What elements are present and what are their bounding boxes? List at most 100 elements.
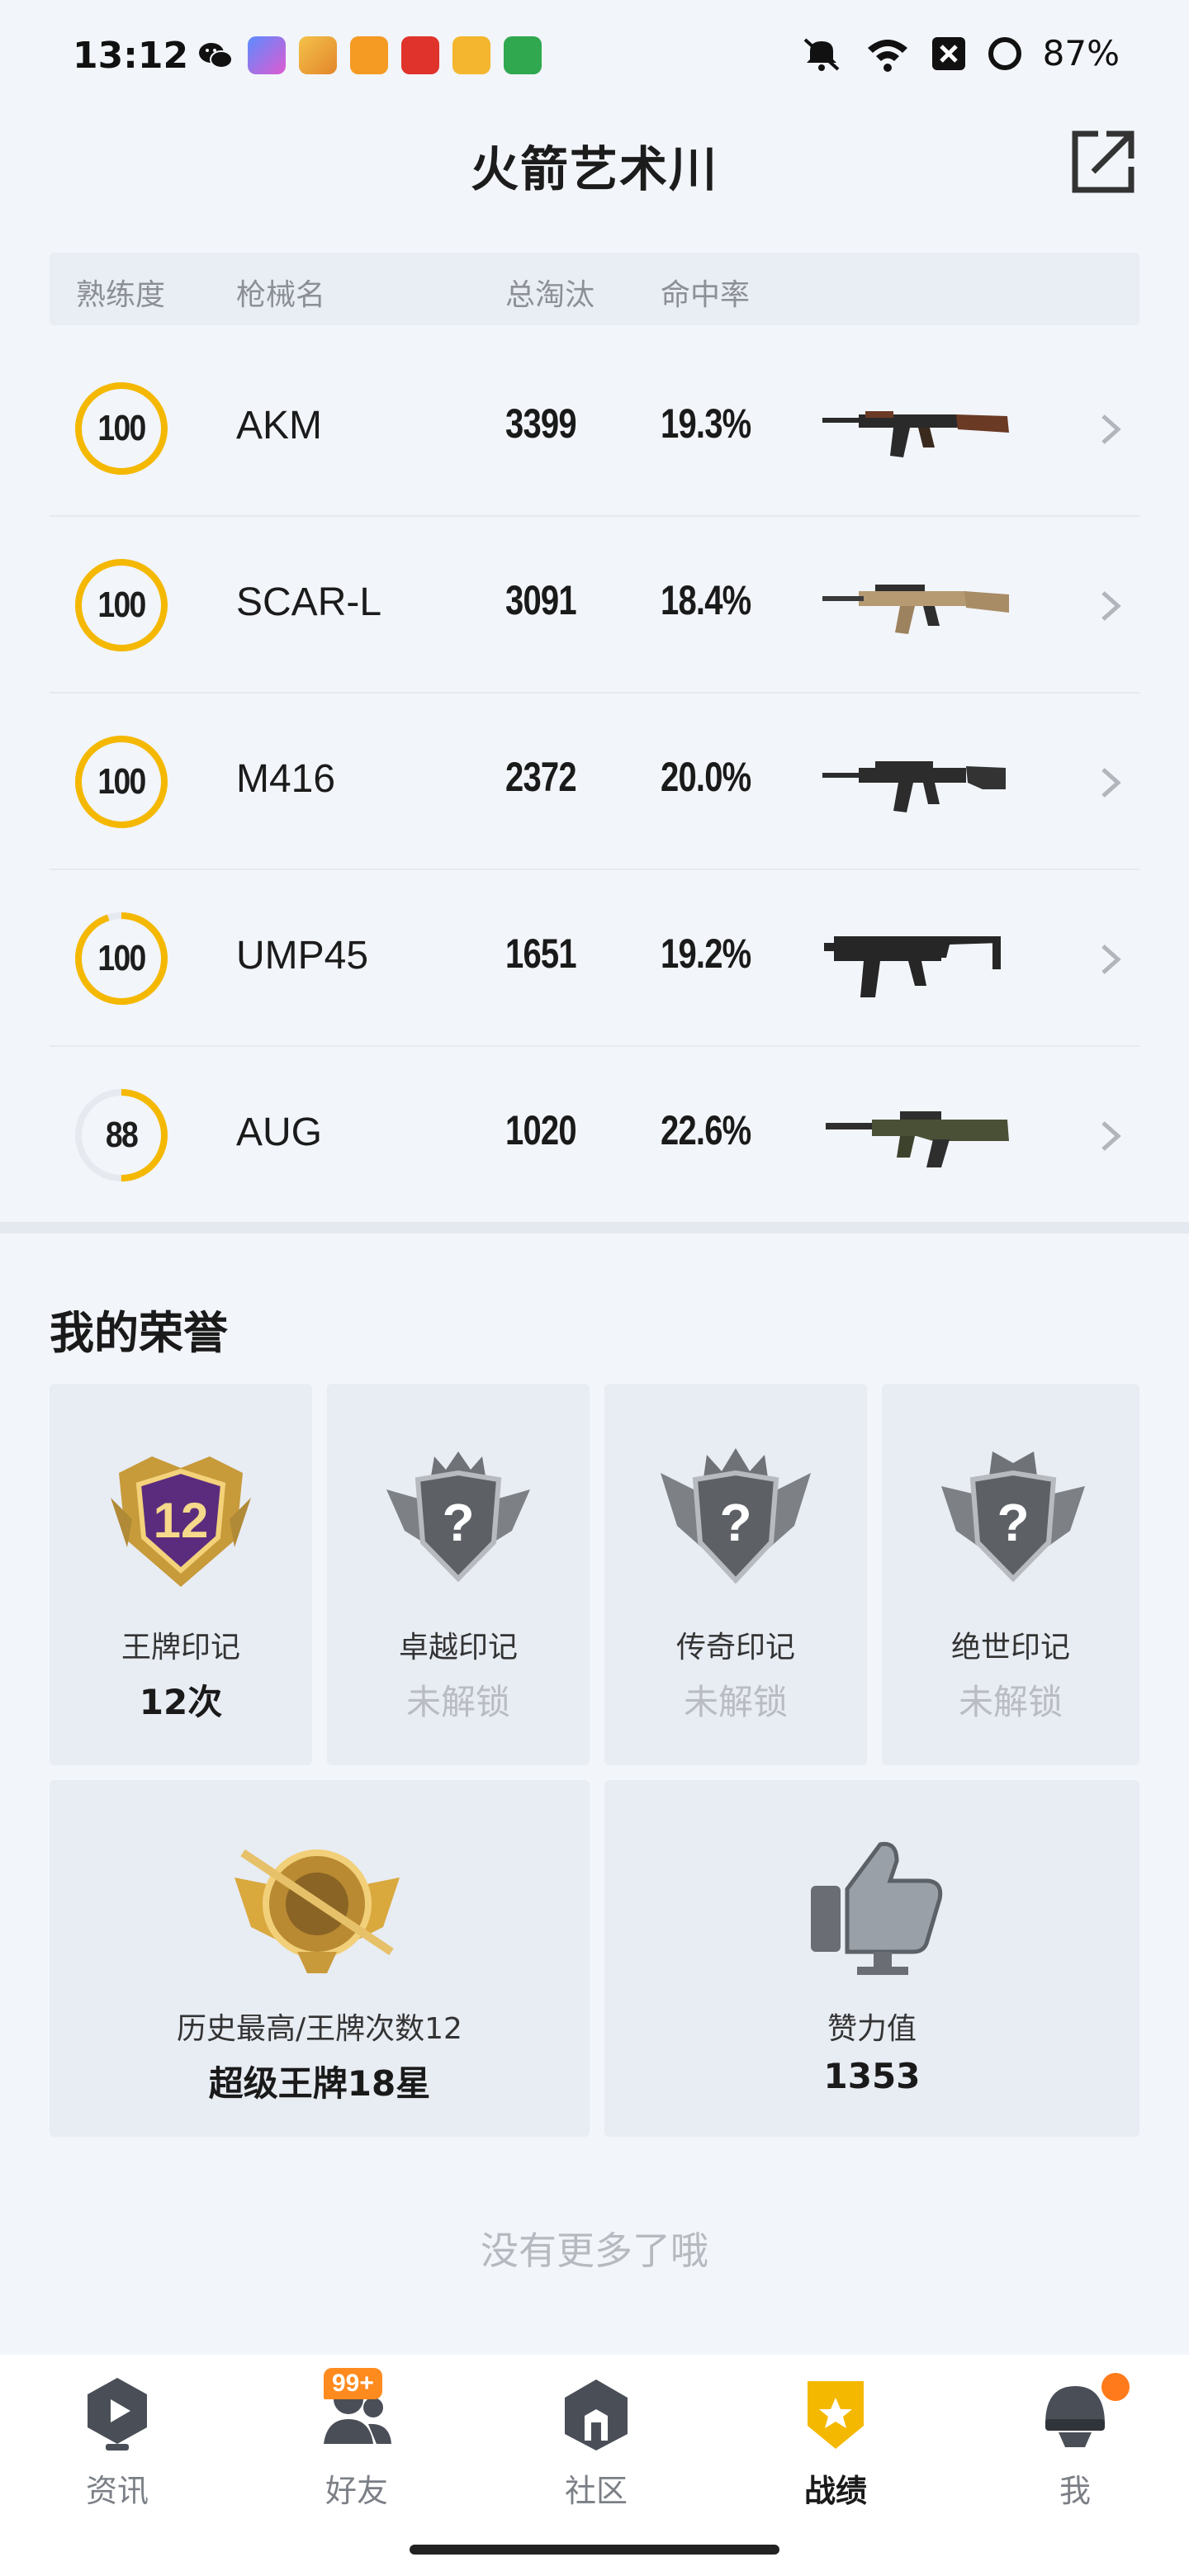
weapon-table-header: 熟练度 枪械名 总淘汰 命中率 — [50, 253, 1139, 325]
honor-value: 12次 — [139, 1682, 223, 1722]
header-total-kills: 总淘汰 — [505, 278, 595, 312]
system-status: 87% — [798, 33, 1120, 73]
honor-value: 未解锁 — [958, 1682, 1063, 1722]
record-badge-icon — [808, 2381, 864, 2449]
ace-emblem-icon: 12 — [111, 1456, 251, 1587]
peerless-emblem-icon: ? — [941, 1451, 1085, 1583]
legend-emblem-mark: ? — [719, 1493, 751, 1552]
weapon-name: SCAR-L — [236, 580, 382, 624]
weapon-kills: 3091 — [505, 577, 577, 623]
honor-card-highest-rank[interactable]: 历史最高/王牌次数12 超级王牌18星 — [50, 1780, 590, 2137]
news-play-icon — [88, 2378, 147, 2451]
legend-emblem-icon: ? — [661, 1448, 811, 1584]
weapon-kills: 2372 — [505, 754, 577, 800]
mastery-value: 100 — [97, 408, 146, 448]
honor-card-peerless[interactable]: ? 绝世印记 未解锁 — [882, 1384, 1139, 1765]
weapon-name: AUG — [236, 1110, 323, 1154]
honor-card-likes[interactable]: 赞力值 1353 — [604, 1780, 1139, 2137]
nav-label: 我 — [1059, 2473, 1091, 2509]
weapon-accuracy: 22.6% — [661, 1107, 751, 1153]
highest-rank-label: 历史最高/王牌次数12 — [177, 2012, 462, 2046]
header-accuracy: 命中率 — [661, 278, 751, 312]
honor-value: 未解锁 — [405, 1682, 510, 1722]
nav-item-community[interactable]: 社区 — [514, 2375, 679, 2515]
weapon-row-aug[interactable]: 88 AUG 1020 22.6% — [50, 1047, 1139, 1224]
close-box-icon — [931, 36, 965, 70]
excellence-emblem-icon: ? — [386, 1451, 530, 1583]
chevron-right-icon — [1101, 591, 1121, 621]
mastery-value: 100 — [97, 761, 146, 802]
aug-rifle-icon — [826, 1111, 1009, 1167]
weapon-name: M416 — [236, 757, 336, 801]
section-divider — [0, 1222, 1189, 1234]
game-app-icon — [248, 36, 286, 74]
header-weapon-name: 枪械名 — [236, 278, 326, 312]
notes-app-icon — [401, 36, 439, 74]
weapon-accuracy: 19.2% — [661, 930, 751, 977]
status-time: 13:12 — [73, 35, 189, 77]
community-icon — [565, 2379, 628, 2451]
store-app-icon — [299, 36, 337, 74]
header-mastery: 熟练度 — [76, 278, 166, 312]
honor-label: 传奇印记 — [675, 1631, 795, 1664]
oppo-store-icon — [504, 36, 542, 74]
mastery-value: 100 — [97, 585, 146, 625]
honor-value: 未解锁 — [683, 1682, 788, 1722]
m416-rifle-icon — [822, 761, 1006, 812]
ace-emblem-number: 12 — [154, 1493, 209, 1548]
battery-percent: 87% — [1042, 33, 1120, 73]
mastery-value: 88 — [105, 1115, 139, 1155]
helmet-avatar-icon — [1045, 2386, 1105, 2447]
chevron-right-icon — [1101, 414, 1121, 444]
peerless-emblem-mark: ? — [997, 1493, 1029, 1552]
ump45-smg-icon — [824, 936, 1001, 997]
super-ace-rank-icon — [234, 1849, 400, 1973]
honors-title: 我的荣誉 — [50, 1307, 228, 1359]
chevron-right-icon — [1101, 945, 1121, 974]
mastery-value: 100 — [97, 938, 146, 978]
status-bar: 13:12 87% — [0, 0, 1189, 107]
chevron-right-icon — [1101, 1121, 1121, 1151]
nav-label: 好友 — [324, 2473, 388, 2509]
weapon-row-scar-l[interactable]: 100 SCAR-L 3091 18.4% — [50, 517, 1139, 694]
nav-label: 社区 — [564, 2473, 628, 2509]
music-app-icon — [452, 36, 490, 74]
likes-label: 赞力值 — [827, 2012, 917, 2046]
friends-badge: 99+ — [324, 2368, 382, 2399]
wifi-icon — [867, 39, 907, 72]
weapon-row-akm[interactable]: 100 AKM 3399 19.3% — [50, 340, 1139, 517]
bottom-nav: 资讯 好友 99+ 社区 战绩 我 — [0, 2355, 1189, 2576]
honor-card-legend[interactable]: ? 传奇印记 未解锁 — [604, 1384, 867, 1765]
mute-icon — [803, 38, 839, 71]
highest-rank-value: 超级王牌18星 — [208, 2063, 431, 2104]
weapon-accuracy: 19.3% — [661, 400, 751, 447]
weapon-name: UMP45 — [236, 934, 369, 978]
share-external-icon[interactable] — [1068, 127, 1138, 197]
weapon-kills: 1651 — [505, 930, 577, 977]
nav-item-record[interactable]: 战绩 — [753, 2375, 918, 2515]
honor-card-excellence[interactable]: ? 卓越印记 未解锁 — [327, 1384, 590, 1765]
honor-label: 王牌印记 — [121, 1631, 240, 1664]
honor-label: 绝世印记 — [950, 1631, 1070, 1664]
video-app-icon — [350, 36, 388, 74]
weapon-accuracy: 20.0% — [661, 754, 751, 800]
weapon-kills: 1020 — [505, 1107, 577, 1153]
no-more-text: 没有更多了哦 — [481, 2228, 708, 2273]
weapon-accuracy: 18.4% — [661, 577, 751, 623]
nav-label: 战绩 — [803, 2473, 867, 2509]
wechat-icon — [199, 43, 233, 69]
page-title: 火箭艺术川 — [470, 141, 718, 197]
likes-value: 1353 — [823, 2056, 921, 2096]
thumbs-up-trophy-icon — [811, 1841, 943, 1975]
chevron-right-icon — [1101, 768, 1121, 798]
weapon-row-ump45[interactable]: 100 UMP45 1651 19.2% — [50, 870, 1139, 1047]
nav-item-me[interactable]: 我 — [992, 2375, 1158, 2515]
weapon-row-m416[interactable]: 100 M416 2372 20.0% — [50, 694, 1139, 870]
weapon-name: AKM — [236, 404, 323, 447]
honor-label: 卓越印记 — [398, 1631, 518, 1664]
me-notification-dot — [1101, 2373, 1130, 2401]
honor-card-ace[interactable]: 12 王牌印记 12次 — [50, 1384, 312, 1765]
notification-icons — [197, 36, 542, 74]
nav-label: 资讯 — [85, 2473, 149, 2509]
nav-item-news[interactable]: 资讯 — [35, 2375, 200, 2515]
